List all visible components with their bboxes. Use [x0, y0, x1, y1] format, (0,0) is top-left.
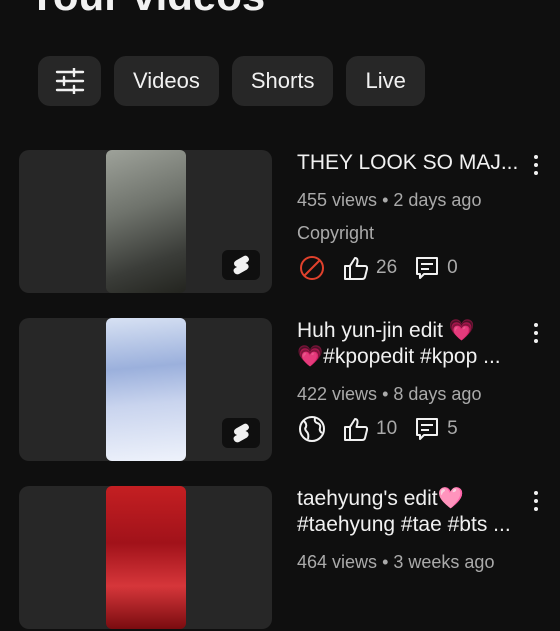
more-options-icon[interactable]: [531, 491, 541, 511]
shorts-icon: [233, 423, 249, 443]
video-stats: 26 0: [298, 253, 474, 283]
video-item[interactable]: Huh yun-jin edit 💗 💗#kpopedit #kpop ... …: [19, 318, 560, 463]
shorts-badge: [222, 418, 260, 448]
video-thumbnail[interactable]: [19, 486, 272, 629]
shorts-badge: [222, 250, 260, 280]
chip-live[interactable]: Live: [346, 56, 425, 106]
like-count: 26: [376, 257, 398, 278]
video-item[interactable]: THEY LOOK SO MAJ... 455 views • 2 days a…: [19, 150, 560, 295]
view-count: 455 views: [297, 190, 378, 210]
video-meta: 455 views • 2 days ago: [297, 190, 482, 210]
chip-videos[interactable]: Videos: [114, 56, 219, 106]
video-title[interactable]: THEY LOOK SO MAJ...: [297, 150, 527, 176]
view-count: 422 views: [297, 384, 378, 404]
more-options-icon[interactable]: [531, 323, 541, 343]
video-thumbnail[interactable]: [19, 318, 272, 461]
filter-button[interactable]: [38, 56, 101, 106]
comment-icon: [413, 254, 441, 282]
chip-shorts[interactable]: Shorts: [231, 56, 334, 106]
sliders-icon: [55, 68, 84, 94]
thumbnail-image: [106, 486, 186, 629]
video-title[interactable]: Huh yun-jin edit 💗 💗#kpopedit #kpop ...: [297, 318, 527, 370]
restriction-label: Copyright: [297, 223, 375, 243]
like-count: 10: [376, 418, 398, 439]
filter-chips: Videos Shorts Live: [38, 56, 425, 106]
more-options-icon[interactable]: [531, 155, 541, 175]
upload-age: 3 weeks ago: [393, 552, 495, 572]
view-count: 464 views: [297, 552, 378, 572]
comment-icon: [413, 415, 441, 443]
thumbs-up-icon: [342, 415, 370, 443]
video-meta: 464 views • 3 weeks ago: [297, 552, 495, 572]
page-title: Your videos: [28, 0, 265, 20]
upload-age: 8 days ago: [393, 384, 482, 404]
video-item[interactable]: taehyung's edit🩷 #taehyung #tae #bts ...…: [19, 486, 560, 631]
video-thumbnail[interactable]: [19, 150, 272, 293]
globe-icon[interactable]: [298, 415, 326, 443]
shorts-icon: [233, 255, 249, 275]
thumbs-up-icon: [342, 254, 370, 282]
video-stats: 10 5: [298, 414, 474, 444]
comment-count: 5: [447, 418, 458, 439]
thumbnail-image: [106, 318, 186, 461]
thumbnail-image: [106, 150, 186, 293]
comment-count: 0: [447, 257, 458, 278]
upload-age: 2 days ago: [393, 190, 482, 210]
video-title[interactable]: taehyung's edit🩷 #taehyung #tae #bts ...: [297, 486, 527, 538]
video-meta: 422 views • 8 days ago: [297, 384, 482, 404]
blocked-icon[interactable]: [298, 254, 326, 282]
